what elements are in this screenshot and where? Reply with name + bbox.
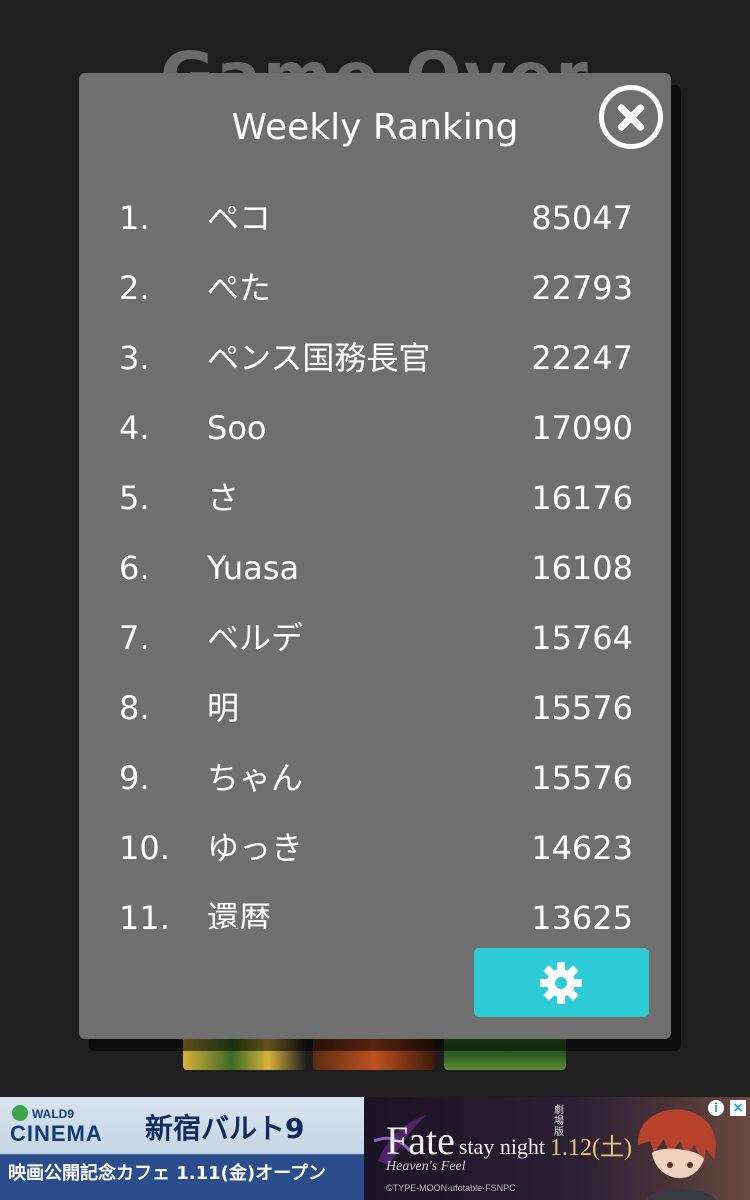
ranking-row: 10. ゆっき 14623 [79, 813, 671, 883]
ad-cafe-text: 映画公開記念カフェ 1.11(金)オープン [8, 1163, 327, 1184]
player-score: 17090 [531, 409, 633, 447]
player-score: 22247 [531, 339, 633, 377]
ranking-row: 5. さ 16176 [79, 463, 671, 533]
ranking-row: 7. ベルデ 15764 [79, 603, 671, 673]
player-name: Yuasa [207, 549, 300, 587]
rank-number: 3. [119, 339, 150, 377]
player-name: 還暦 [207, 899, 272, 929]
player-name: ベルデ [207, 619, 304, 657]
player-score: 14623 [531, 829, 633, 867]
movie-title-main: Fate [386, 1118, 455, 1163]
ranking-row: 2. ぺた 22793 [79, 253, 671, 323]
rank-number: 2. [119, 269, 150, 307]
ad-info-icon[interactable]: i [708, 1100, 724, 1116]
ranking-row: 8. 明 15576 [79, 673, 671, 743]
rank-number: 7. [119, 619, 150, 657]
logo-bottom-text: CINEMA [10, 1121, 103, 1146]
ad-venue-name: 新宿バルト9 [145, 1112, 305, 1145]
player-score: 85047 [531, 199, 633, 237]
ad-copyright: ©TYPE-MOON·ufotable·FSNPC [386, 1183, 516, 1193]
ad-movie-panel[interactable]: Fate stay night Heaven's Feel 劇場版 1.12(土… [364, 1097, 750, 1200]
settings-button[interactable] [474, 948, 649, 1017]
rank-number: 8. [119, 689, 150, 727]
player-score: 13625 [531, 899, 633, 929]
player-score: 22793 [531, 269, 633, 307]
rank-number: 5. [119, 479, 150, 517]
weekly-ranking-modal: Weekly Ranking 1. ペコ 85047 2. ぺた 22793 3… [79, 73, 671, 1039]
ranking-row: 4. Soo 17090 [79, 393, 671, 463]
rank-number: 6. [119, 549, 150, 587]
modal-title: Weekly Ranking [231, 107, 519, 148]
player-name: ちゃん [207, 759, 304, 797]
logo-top-text: WALD9 [32, 1107, 74, 1121]
player-name: さ [207, 479, 240, 517]
logo-mark-icon [12, 1105, 28, 1121]
rank-number: 9. [119, 759, 150, 797]
ad-cinema-panel[interactable]: WALD9 CINEMA 新宿バルト9 映画公開記念カフェ 1.11(金)オープ… [0, 1097, 364, 1200]
player-name: ペンス国務長官 [207, 339, 431, 377]
movie-subtitle: Heaven's Feel [386, 1159, 466, 1174]
release-date: 1.12(土) [550, 1135, 632, 1161]
close-icon[interactable] [599, 85, 663, 149]
player-name: Soo [207, 409, 267, 447]
player-score: 15576 [531, 759, 633, 797]
player-name: ゆっき [207, 829, 304, 867]
ad-banner[interactable]: WALD9 CINEMA 新宿バルト9 映画公開記念カフェ 1.11(金)オープ… [0, 1097, 750, 1200]
ranking-list[interactable]: 1. ペコ 85047 2. ぺた 22793 3. ペンス国務長官 22247… [79, 183, 671, 929]
movie-title-sub: stay night [458, 1134, 546, 1159]
cinema-logo: WALD9 CINEMA [10, 1105, 138, 1149]
ranking-row: 9. ちゃん 15576 [79, 743, 671, 813]
player-name: ぺた [207, 269, 272, 307]
ad-close-icon[interactable]: × [730, 1100, 746, 1116]
player-score: 15764 [531, 619, 633, 657]
player-name: ペコ [207, 199, 272, 237]
rank-number: 1. [119, 199, 150, 237]
ranking-row: 1. ペコ 85047 [79, 183, 671, 253]
ranking-row: 11. 還暦 13625 [79, 883, 671, 929]
rank-number: 11. [119, 899, 170, 929]
ranking-row: 6. Yuasa 16108 [79, 533, 671, 603]
movie-title: Fate stay night [386, 1117, 545, 1164]
rank-number: 4. [119, 409, 150, 447]
player-score: 15576 [531, 689, 633, 727]
rank-number: 10. [119, 829, 170, 867]
player-name: 明 [207, 689, 240, 727]
gear-icon [540, 962, 582, 1004]
character-illustration [637, 1109, 716, 1200]
player-score: 16108 [531, 549, 633, 587]
ranking-row: 3. ペンス国務長官 22247 [79, 323, 671, 393]
player-score: 16176 [531, 479, 633, 517]
